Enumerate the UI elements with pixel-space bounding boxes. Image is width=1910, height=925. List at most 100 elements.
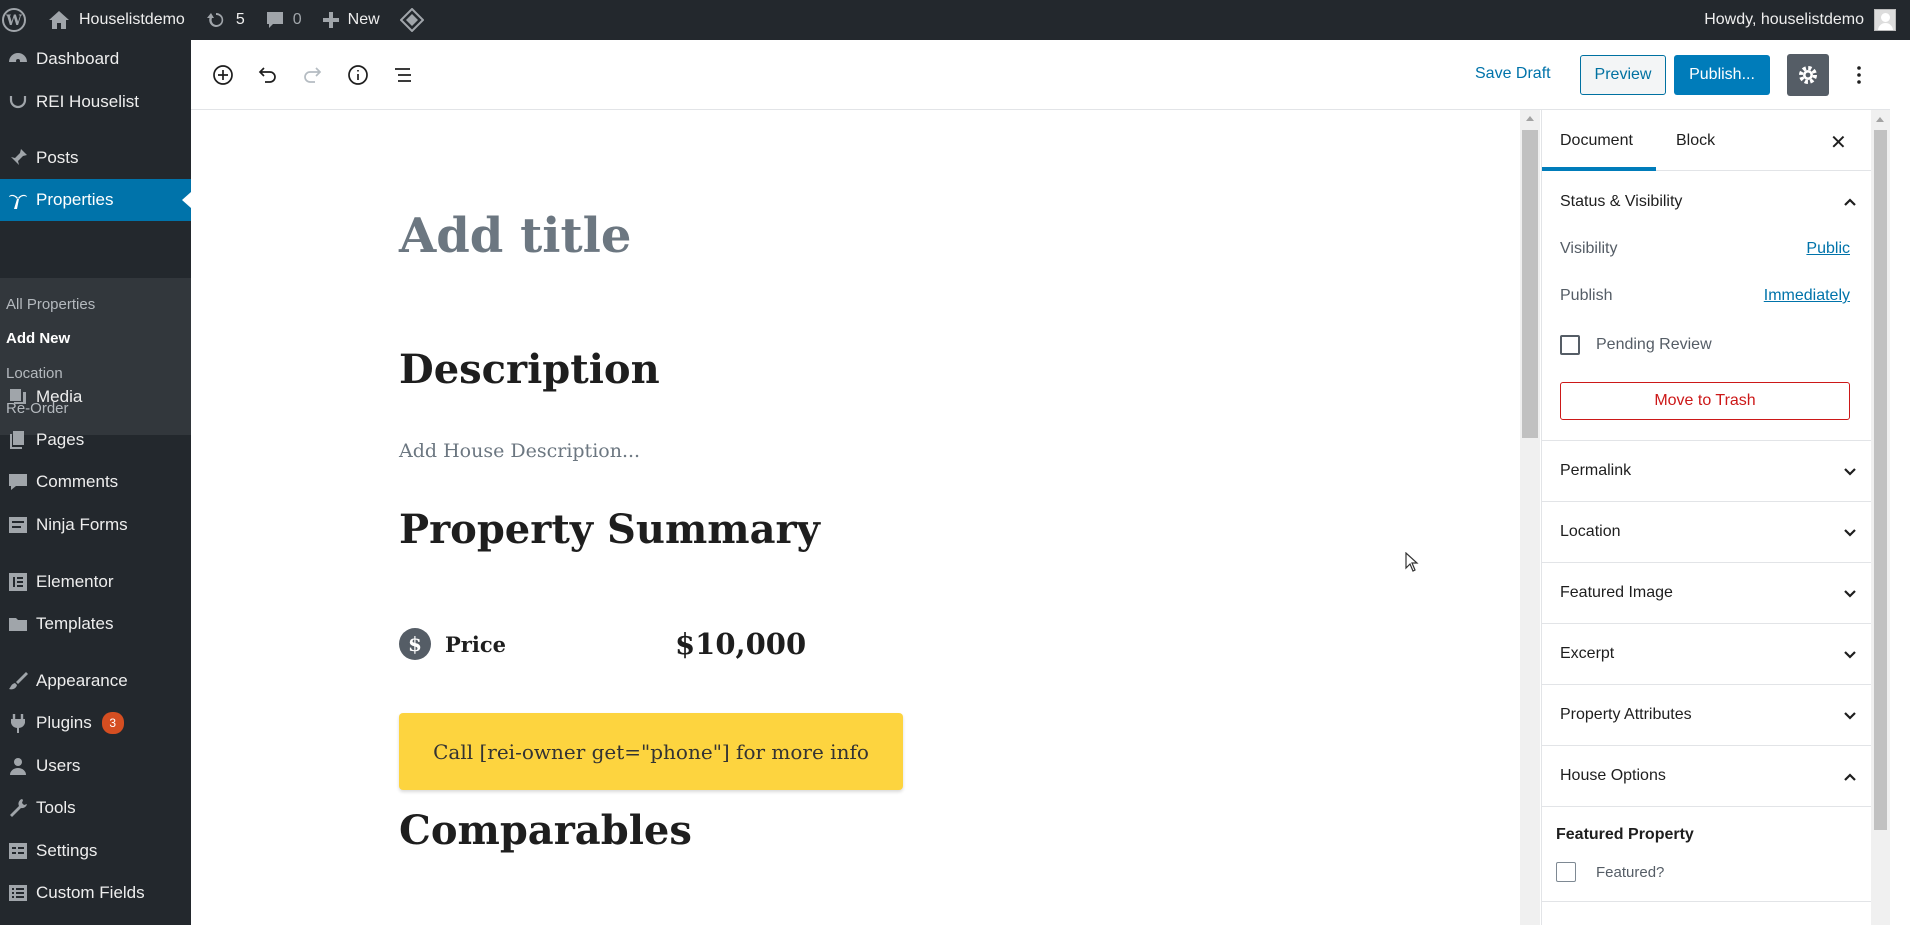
settings-icon bbox=[0, 840, 36, 862]
submenu-all-properties[interactable]: All Properties bbox=[6, 296, 95, 313]
pending-review-row[interactable]: Pending Review bbox=[1560, 335, 1850, 355]
publish-date-link[interactable]: Immediately bbox=[1764, 287, 1850, 305]
price-label: Price bbox=[445, 631, 506, 657]
call-for-info-box[interactable]: Call [rei-owner get="phone"] for more in… bbox=[399, 713, 903, 790]
price-row[interactable]: $ Price $10,000 bbox=[399, 627, 806, 661]
menu-item-custom-fields[interactable]: Custom Fields bbox=[0, 872, 191, 914]
scroll-up-arrow-icon[interactable] bbox=[1526, 116, 1534, 121]
menu-item-settings[interactable]: Settings bbox=[0, 830, 191, 872]
submenu-add-new[interactable]: Add New bbox=[6, 330, 70, 347]
save-draft-button[interactable]: Save Draft bbox=[1475, 65, 1551, 83]
avatar bbox=[1874, 9, 1896, 31]
property-summary-heading[interactable]: Property Summary bbox=[399, 506, 820, 553]
menu-item-appearance[interactable]: Appearance bbox=[0, 660, 191, 702]
preview-button[interactable]: Preview bbox=[1580, 55, 1666, 95]
block-navigation-icon[interactable] bbox=[388, 60, 418, 90]
menu-item-posts[interactable]: Posts bbox=[0, 137, 191, 179]
pages-icon bbox=[0, 429, 36, 451]
diamond-icon[interactable] bbox=[390, 0, 434, 40]
publish-button[interactable]: Publish... bbox=[1674, 55, 1770, 95]
pin-icon bbox=[0, 147, 36, 169]
menu-item-label: Templates bbox=[36, 614, 114, 633]
menu-item-templates[interactable]: Templates bbox=[0, 603, 191, 645]
panel-title: Excerpt bbox=[1560, 645, 1615, 662]
menu-item-tools[interactable]: Tools bbox=[0, 787, 191, 829]
canvas-scroll-thumb[interactable] bbox=[1522, 130, 1538, 438]
featured-row[interactable]: Featured? bbox=[1556, 862, 1664, 882]
palm-icon bbox=[0, 189, 36, 211]
folder-icon bbox=[0, 613, 36, 635]
editor-canvas[interactable]: Add title Description Add House Descript… bbox=[191, 110, 1520, 925]
comments-icon bbox=[0, 471, 36, 493]
menu-item-label: Users bbox=[36, 756, 81, 775]
menu-item-dashboard[interactable]: Dashboard bbox=[0, 38, 191, 80]
tab-document[interactable]: Document bbox=[1560, 132, 1633, 150]
settings-sidebar: Document Block ✕ Status & Visibility Vis… bbox=[1541, 110, 1872, 925]
publish-row: Publish Immediately bbox=[1560, 287, 1850, 305]
tab-block[interactable]: Block bbox=[1676, 132, 1715, 150]
scroll-up-arrow-icon[interactable] bbox=[1876, 117, 1884, 122]
panel-property-attributes[interactable]: Property Attributes bbox=[1542, 685, 1872, 746]
account-menu[interactable]: Howdy, houselistdemo bbox=[1704, 9, 1910, 31]
menu-item-elementor[interactable]: Elementor bbox=[0, 561, 191, 603]
description-paragraph[interactable]: Add House Description... bbox=[399, 440, 640, 462]
post-title-input[interactable]: Add title bbox=[399, 208, 631, 264]
smile-icon bbox=[0, 91, 36, 113]
chevron-down-icon bbox=[1844, 590, 1856, 598]
panel-permalink[interactable]: Permalink bbox=[1542, 441, 1872, 502]
menu-item-label: Properties bbox=[36, 190, 114, 209]
wordpress-logo-icon[interactable]: W bbox=[0, 0, 34, 40]
menu-item-comments[interactable]: Comments bbox=[0, 461, 191, 503]
chevron-up-icon bbox=[1844, 773, 1856, 781]
info-icon[interactable] bbox=[343, 60, 373, 90]
menu-item-media[interactable]: Media bbox=[0, 376, 191, 418]
new-content-link[interactable]: New bbox=[312, 0, 390, 40]
menu-item-label: Plugins bbox=[36, 713, 92, 732]
site-name-link[interactable]: Houselistdemo bbox=[34, 0, 195, 40]
pending-review-label: Pending Review bbox=[1596, 336, 1712, 353]
panel-house-options[interactable]: House Options bbox=[1542, 746, 1872, 807]
panel-status-visibility[interactable]: Status & Visibility bbox=[1542, 171, 1872, 232]
menu-item-label: REI Houselist bbox=[36, 92, 139, 111]
updates-link[interactable]: 5 bbox=[195, 0, 255, 40]
comments-link[interactable]: 0 bbox=[255, 0, 312, 40]
panel-excerpt[interactable]: Excerpt bbox=[1542, 624, 1872, 685]
panel-title: Location bbox=[1560, 523, 1621, 540]
undo-icon[interactable] bbox=[253, 60, 283, 90]
panel-title: Featured Image bbox=[1560, 584, 1673, 601]
menu-item-properties[interactable]: Properties bbox=[0, 179, 191, 221]
redo-icon[interactable] bbox=[297, 60, 327, 90]
close-icon[interactable]: ✕ bbox=[1830, 130, 1847, 155]
menu-item-label: Elementor bbox=[36, 572, 114, 591]
add-block-icon[interactable] bbox=[208, 60, 238, 90]
list-icon bbox=[0, 882, 36, 904]
menu-item-label: Tools bbox=[36, 798, 76, 817]
menu-item-plugins[interactable]: Plugins 3 bbox=[0, 702, 191, 744]
window-edge bbox=[1890, 40, 1910, 925]
panel-featured-image[interactable]: Featured Image bbox=[1542, 563, 1872, 624]
sidebar-scroll-thumb[interactable] bbox=[1874, 130, 1887, 830]
chevron-down-icon bbox=[1844, 651, 1856, 659]
comparables-heading[interactable]: Comparables bbox=[399, 807, 692, 854]
divider bbox=[1542, 901, 1872, 902]
description-heading[interactable]: Description bbox=[399, 346, 660, 393]
panel-title: Status & Visibility bbox=[1560, 192, 1683, 210]
menu-item-ninja-forms[interactable]: Ninja Forms bbox=[0, 504, 191, 546]
visibility-link[interactable]: Public bbox=[1806, 240, 1850, 258]
menu-item-users[interactable]: Users bbox=[0, 745, 191, 787]
panel-location[interactable]: Location bbox=[1542, 502, 1872, 563]
menu-item-rei-houselist[interactable]: REI Houselist bbox=[0, 81, 191, 123]
sidebar-scrollbar[interactable] bbox=[1871, 110, 1890, 925]
canvas-scrollbar[interactable] bbox=[1520, 110, 1540, 925]
gear-icon bbox=[1799, 66, 1817, 84]
price-value: $10,000 bbox=[675, 627, 807, 661]
menu-item-pages[interactable]: Pages bbox=[0, 419, 191, 461]
settings-gear-button[interactable] bbox=[1787, 54, 1829, 96]
more-options-icon[interactable] bbox=[1844, 60, 1874, 90]
menu-item-label: Dashboard bbox=[36, 49, 120, 68]
move-to-trash-button[interactable]: Move to Trash bbox=[1560, 382, 1850, 420]
visibility-row: Visibility Public bbox=[1560, 240, 1850, 258]
featured-checkbox[interactable] bbox=[1556, 862, 1576, 882]
chevron-up-icon bbox=[1844, 198, 1856, 206]
pending-review-checkbox[interactable] bbox=[1560, 335, 1580, 355]
